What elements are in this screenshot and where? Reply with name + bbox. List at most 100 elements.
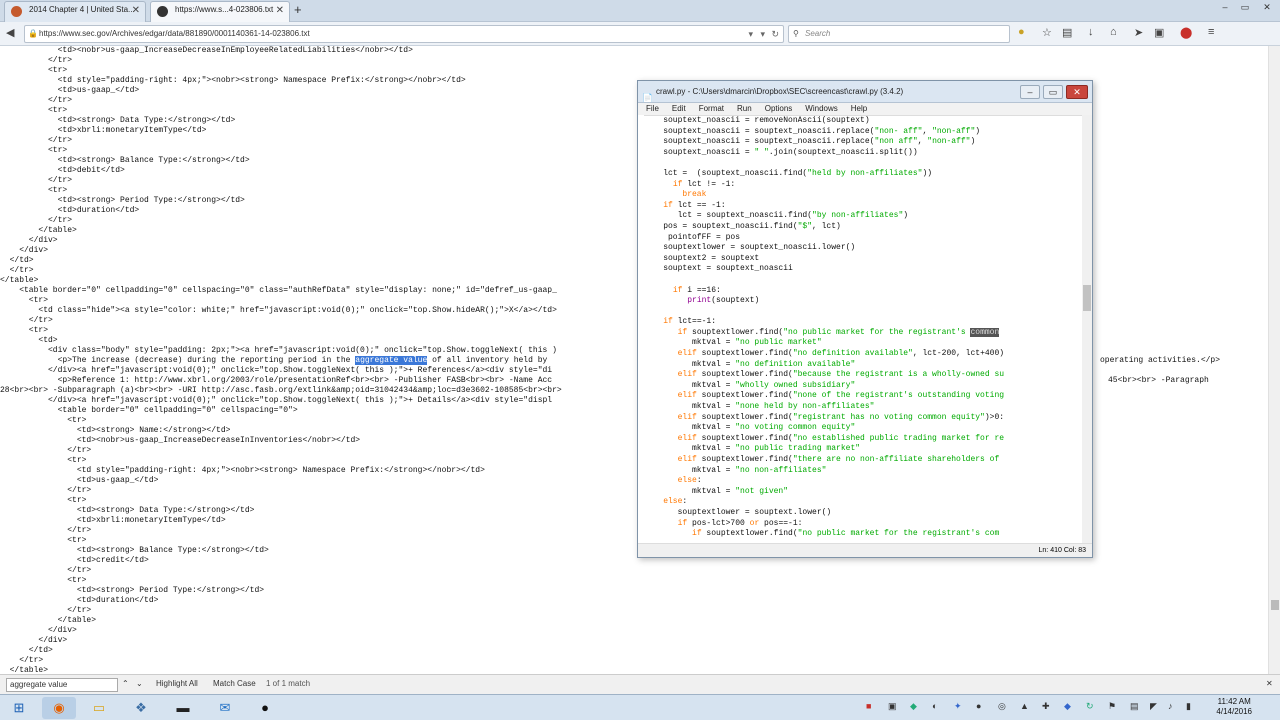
obs-taskbar-icon[interactable]: ●: [248, 697, 282, 719]
tray-icon[interactable]: ◆: [1064, 701, 1071, 712]
menu-options[interactable]: Options: [757, 103, 798, 115]
tray-icon[interactable]: ⚑: [1108, 701, 1116, 712]
tab-chapter4[interactable]: 2014 Chapter 4 | United Sta... ✕: [4, 1, 146, 22]
tray-icon[interactable]: ●: [976, 701, 981, 711]
menu-format[interactable]: Format: [691, 103, 729, 115]
explorer-taskbar-icon[interactable]: ▭: [82, 697, 116, 719]
menu-file[interactable]: File: [638, 103, 664, 115]
scrollbar-thumb[interactable]: [1083, 285, 1091, 311]
tray-icon[interactable]: ✦: [954, 701, 962, 712]
browser-tab-bar: 2014 Chapter 4 | United Sta... ✕ https:/…: [0, 0, 1280, 22]
bookmarks-list-icon[interactable]: ▤: [1062, 26, 1072, 39]
idle-menu-bar: File Edit Format Run Options Windows Help: [638, 103, 1092, 115]
close-find-icon[interactable]: ✕: [1266, 678, 1273, 692]
source-line: <td><nobr>us-gaap_IncreaseDecreaseInInve…: [0, 436, 361, 445]
tray-icon[interactable]: ▤: [1130, 701, 1139, 712]
history-dropdown-icon[interactable]: ▾: [760, 26, 765, 42]
page-scrollbar[interactable]: [1268, 46, 1280, 674]
source-line: </table>: [0, 226, 77, 235]
source-line: </tr>: [0, 136, 73, 145]
source-line: </tr>: [0, 566, 92, 575]
menu-help[interactable]: Help: [843, 103, 872, 115]
tray-icon[interactable]: ▣: [888, 701, 897, 712]
source-line: </tr>: [0, 486, 92, 495]
search-box[interactable]: ⚲ Search: [788, 25, 1010, 43]
tab-sec-txt[interactable]: https://www.s...4-023806.txt ✕: [150, 1, 290, 22]
source-line: </tr>: [0, 96, 73, 105]
idle-title-bar[interactable]: 📄 crawl.py - C:\Users\dmarcin\Dropbox\SE…: [638, 81, 1092, 103]
source-line: <tr>: [0, 576, 87, 585]
tray-icon[interactable]: ◎: [998, 701, 1006, 712]
idle-editor-window[interactable]: 📄 crawl.py - C:\Users\dmarcin\Dropbox\SE…: [637, 80, 1093, 558]
address-bar[interactable]: 🔒 https://www.sec.gov/Archives/edgar/dat…: [24, 25, 784, 43]
highlight-all-toggle[interactable]: Highlight All: [156, 678, 198, 692]
source-line: </tr>: [0, 56, 73, 65]
send-icon[interactable]: ➤: [1134, 26, 1143, 39]
source-line: </div><a href="javascript:void(0);" oncl…: [0, 366, 553, 375]
tray-icon[interactable]: ■: [866, 701, 871, 711]
source-line: <td>duration</td>: [0, 206, 140, 215]
tray-icon[interactable]: ◆: [910, 701, 917, 712]
download-icon[interactable]: ↓: [1088, 26, 1094, 38]
addon-abp-icon[interactable]: ⬤: [1180, 26, 1192, 39]
new-tab-button[interactable]: +: [294, 2, 302, 17]
home-icon[interactable]: ⌂: [1110, 26, 1117, 38]
reload-icon[interactable]: ↻: [771, 26, 779, 42]
idle-maximize-button[interactable]: ▭: [1043, 85, 1063, 99]
idle-status-bar: Ln: 410 Col: 83: [638, 543, 1092, 557]
source-line: </tr>: [0, 216, 73, 225]
match-case-toggle[interactable]: Match Case: [213, 678, 256, 692]
lock-icon: 🔒: [28, 29, 38, 38]
source-line: </tr>: [0, 176, 73, 185]
python-taskbar-icon[interactable]: ❖: [124, 697, 158, 719]
system-clock[interactable]: 11:42 AM 4/14/2016: [1216, 697, 1252, 717]
close-tab-icon[interactable]: ✕: [132, 5, 140, 16]
dropdown-arrow-icon[interactable]: ▾: [748, 26, 753, 42]
maximize-button[interactable]: ▭: [1236, 0, 1254, 16]
source-line: </td>: [0, 646, 53, 655]
source-line: <td style="padding-right: 4px;"><nobr><s…: [0, 466, 485, 475]
idle-close-button[interactable]: ✕: [1066, 85, 1088, 99]
menu-windows[interactable]: Windows: [797, 103, 842, 115]
source-line: <td><strong> Data Type:</strong></td>: [0, 116, 236, 125]
find-next-icon[interactable]: ⌃: [122, 678, 129, 692]
tab-label: 2014 Chapter 4 | United Sta...: [29, 5, 135, 14]
tray-icon[interactable]: ↻: [1086, 701, 1094, 712]
idle-window-title: crawl.py - C:\Users\dmarcin\Dropbox\SEC\…: [656, 87, 904, 96]
menu-icon[interactable]: ≡: [1208, 26, 1214, 38]
minimize-button[interactable]: –: [1216, 0, 1234, 16]
close-window-button[interactable]: ✕: [1258, 0, 1276, 16]
idle-scrollbar[interactable]: [1082, 115, 1092, 543]
back-arrow-icon[interactable]: ◀: [6, 26, 14, 39]
power-icon[interactable]: ▮: [1186, 701, 1191, 712]
start-button[interactable]: ⊞: [2, 697, 36, 719]
source-line: <td>xbrli:monetaryItemType</td>: [0, 126, 207, 135]
bookmark-star-icon[interactable]: ☆: [1042, 26, 1052, 39]
idle-code-editor[interactable]: souptext_noascii = removeNonAscii(soupte…: [644, 115, 1082, 543]
source-line: <td>us-gaap_</td>: [0, 86, 140, 95]
source-line: </td>: [0, 256, 34, 265]
idle-minimize-button[interactable]: –: [1020, 85, 1040, 99]
menu-run[interactable]: Run: [729, 103, 757, 115]
puzzle-icon[interactable]: ▣: [1154, 26, 1164, 39]
volume-icon[interactable]: ♪: [1168, 701, 1173, 711]
network-icon[interactable]: ◤: [1150, 701, 1157, 712]
source-line: <p>The increase (decrease) during the re…: [0, 356, 548, 365]
source-line: </tr>: [0, 656, 44, 665]
tray-icon[interactable]: ◐: [932, 701, 937, 711]
firefox-taskbar-icon[interactable]: ◉: [42, 697, 76, 719]
extension-icon[interactable]: ●: [1018, 26, 1025, 38]
cmd-taskbar-icon[interactable]: ▬: [166, 697, 200, 719]
menu-edit[interactable]: Edit: [664, 103, 691, 115]
source-line: <td><strong> Data Type:</strong></td>: [0, 506, 255, 515]
tray-icon[interactable]: ✚: [1042, 701, 1050, 712]
scrollbar-thumb[interactable]: [1271, 600, 1279, 610]
site-favicon-icon: [11, 6, 22, 17]
find-input[interactable]: aggregate value: [6, 678, 118, 692]
tray-icon[interactable]: ▲: [1020, 701, 1029, 711]
find-previous-icon[interactable]: ⌄: [136, 678, 143, 692]
search-match-highlight: aggregate value: [355, 356, 428, 365]
outlook-taskbar-icon[interactable]: ✉: [208, 697, 242, 719]
source-line: <tr>: [0, 106, 68, 115]
close-tab-icon[interactable]: ✕: [276, 5, 284, 16]
